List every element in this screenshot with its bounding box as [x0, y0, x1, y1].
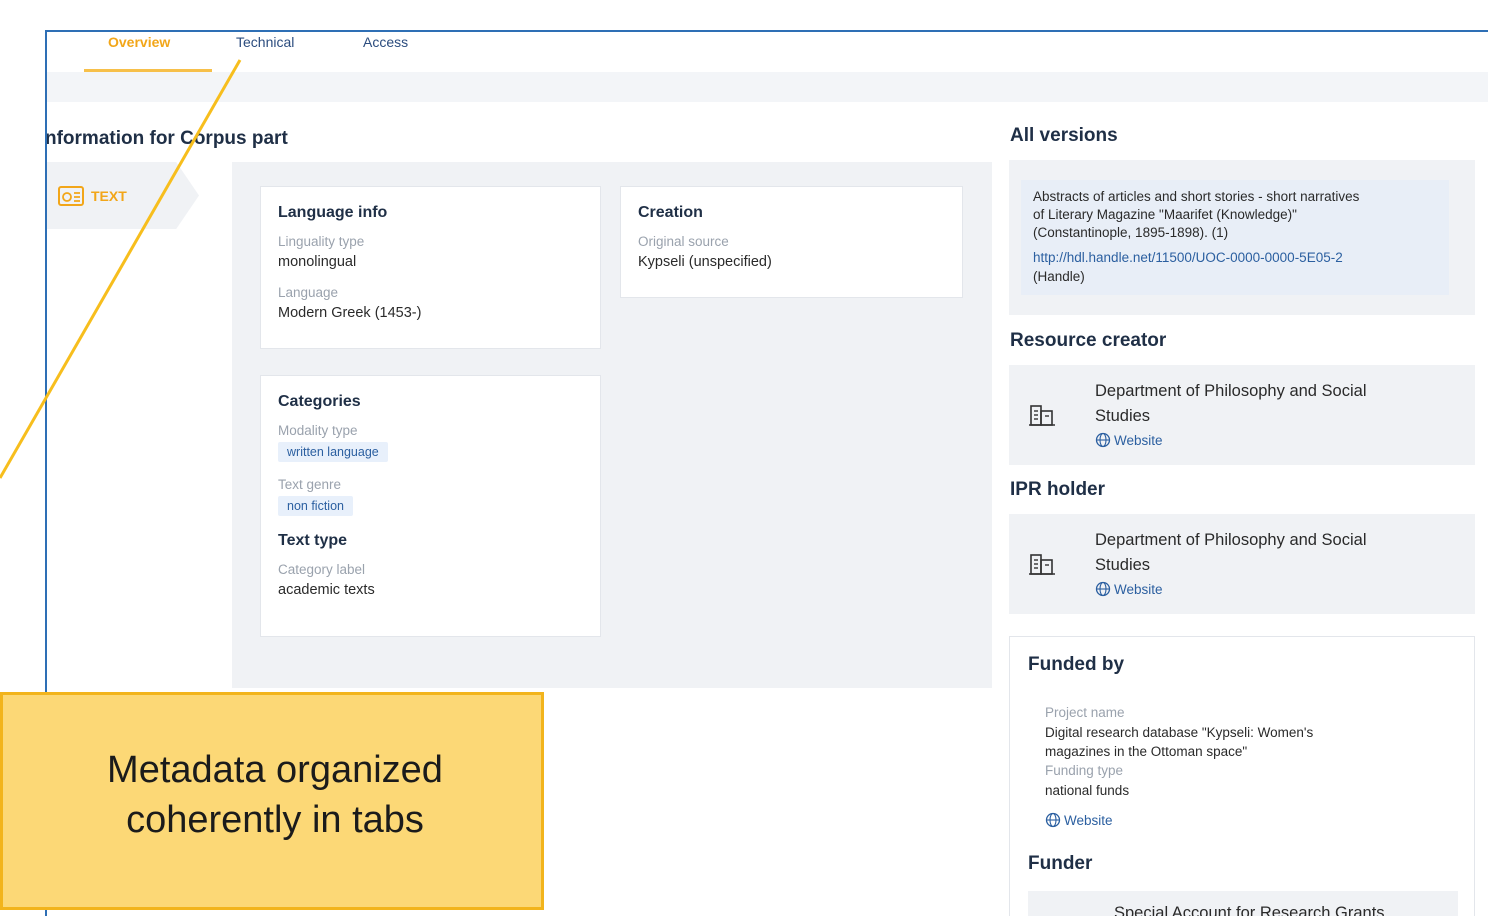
funder-title: Funder [1028, 853, 1093, 874]
categories-title: Categories [278, 393, 361, 410]
language-info-title: Language info [278, 204, 388, 221]
building-icon [1029, 554, 1055, 575]
category-label-label: Category label [278, 562, 366, 577]
tab-technical[interactable]: Technical [236, 34, 294, 50]
text-genre-label: Text genre [278, 477, 342, 492]
section-title: nformation for Corpus part [45, 128, 288, 149]
creation-title: Creation [638, 204, 703, 221]
version-link-type: (Handle) [1033, 269, 1085, 284]
resource-creator-box: Department of Philosophy and Social Stud… [1009, 365, 1475, 465]
category-label-value: academic texts [278, 582, 375, 598]
globe-icon [1095, 581, 1111, 597]
funded-by-card: Funded by Project name Digital research … [1009, 636, 1475, 916]
linguality-type-label: Linguality type [278, 234, 365, 249]
text-type-title: Text type [278, 532, 348, 549]
ipr-holder-name-line1: Department of Philosophy and Social [1095, 531, 1367, 549]
project-name-label: Project name [1045, 705, 1125, 720]
modality-type-chip: written language [278, 442, 388, 462]
language-value: Modern Greek (1453-) [278, 305, 422, 321]
website-label: Website [1114, 432, 1163, 448]
callout-line1: Metadata organized [107, 749, 443, 791]
tab-access[interactable]: Access [363, 34, 408, 50]
funded-by-website-link[interactable]: Website [1045, 812, 1113, 828]
version-desc-line2: of Literary Magazine "Maarifet (Knowledg… [1033, 207, 1297, 222]
resource-creator-website-link[interactable]: Website [1095, 432, 1163, 448]
original-source-value: Kypseli (unspecified) [638, 254, 772, 270]
language-label: Language [278, 285, 339, 300]
text-genre-chip: non fiction [278, 496, 353, 516]
callout-text: Metadata organized coherently in tabs [3, 745, 547, 845]
corpus-part-panel: Language info Linguality type monolingua… [232, 162, 992, 688]
header-band [47, 72, 1488, 102]
version-desc-line1: Abstracts of articles and short stories … [1033, 189, 1360, 204]
version-entry: Abstracts of articles and short stories … [1021, 180, 1449, 295]
categories-card: Categories Modality type written languag… [260, 375, 601, 637]
resource-creator-title: Resource creator [1010, 330, 1167, 351]
globe-icon [1095, 432, 1111, 448]
ipr-holder-website-link[interactable]: Website [1095, 581, 1163, 597]
tab-overview[interactable]: Overview [108, 34, 170, 50]
side-tab-text[interactable]: TEXT [47, 162, 199, 229]
text-document-icon [58, 186, 84, 206]
all-versions-title: All versions [1010, 125, 1118, 146]
annotation-callout: Metadata organized coherently in tabs [0, 692, 544, 910]
resource-creator-name-line2: Studies [1095, 407, 1151, 425]
original-source-label: Original source [638, 234, 729, 249]
funded-by-title: Funded by [1028, 654, 1125, 675]
building-icon [1029, 405, 1055, 426]
modality-type-label: Modality type [278, 423, 358, 438]
creation-card: Creation Original source Kypseli (unspec… [620, 186, 963, 298]
funding-type-value: national funds [1045, 783, 1130, 798]
ipr-holder-name-line2: Studies [1095, 556, 1151, 574]
language-info-card: Language info Linguality type monolingua… [260, 186, 601, 349]
project-name-line2: magazines in the Ottoman space" [1045, 744, 1248, 759]
callout-line2: coherently in tabs [126, 799, 424, 841]
tab-bar: Overview Technical Access [47, 32, 1488, 72]
linguality-type-value: monolingual [278, 254, 357, 270]
ipr-holder-box: Department of Philosophy and Social Stud… [1009, 514, 1475, 614]
funder-box: Special Account for Research Grants [1028, 891, 1458, 916]
side-tab-label: TEXT [91, 188, 127, 204]
all-versions-box: Abstracts of articles and short stories … [1009, 160, 1475, 315]
version-handle-link[interactable]: http://hdl.handle.net/11500/UOC-0000-000… [1033, 250, 1343, 265]
resource-creator-name-line1: Department of Philosophy and Social [1095, 382, 1367, 400]
globe-icon [1045, 812, 1061, 828]
website-label: Website [1114, 581, 1163, 597]
project-name-line1: Digital research database "Kypseli: Wome… [1045, 725, 1314, 740]
ipr-holder-title: IPR holder [1010, 479, 1106, 500]
funder-name: Special Account for Research Grants [1114, 904, 1385, 916]
funding-type-label: Funding type [1045, 763, 1124, 778]
version-desc-line3: (Constantinople, 1895-1898). (1) [1033, 225, 1229, 240]
website-label: Website [1064, 812, 1113, 828]
